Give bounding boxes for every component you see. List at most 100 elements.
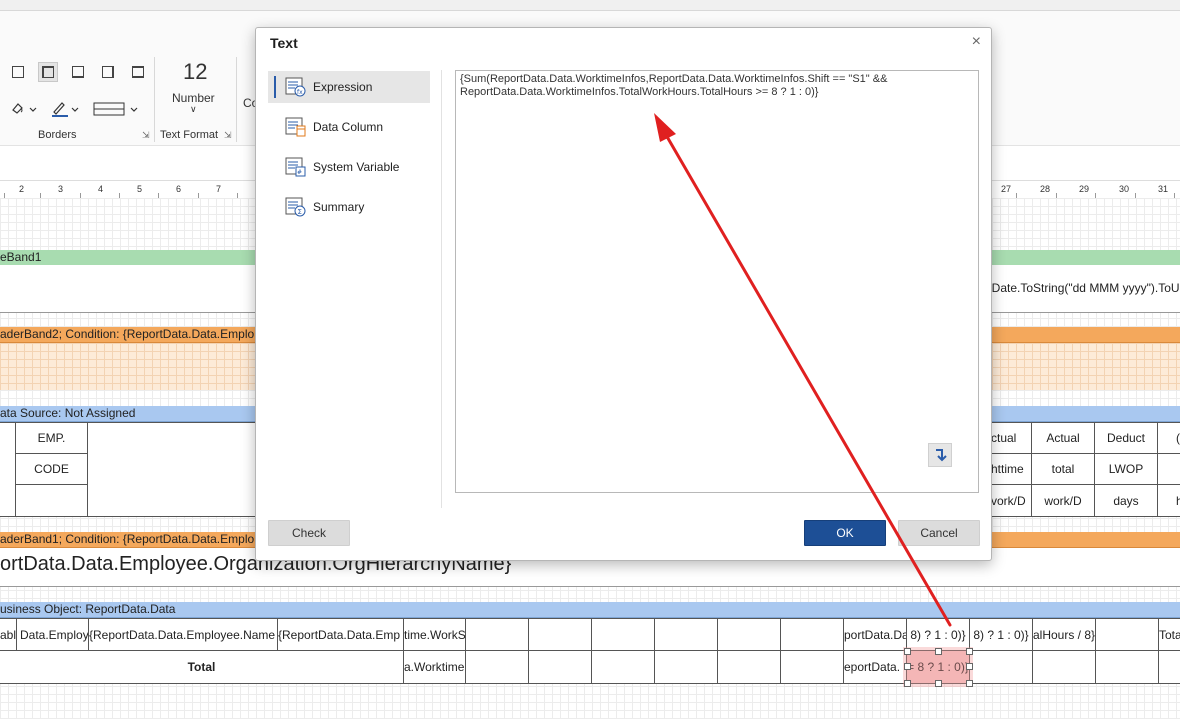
- header-cell[interactable]: ctual: [990, 422, 1032, 454]
- total-cell[interactable]: [969, 650, 1033, 684]
- text-format-group-label: Text Format: [160, 129, 219, 141]
- data-cell[interactable]: [717, 618, 781, 651]
- data-cell[interactable]: 8) ? 1 : 0)}: [969, 618, 1033, 651]
- header-cell[interactable]: h: [1157, 484, 1180, 517]
- data-cell[interactable]: [465, 618, 529, 651]
- nav-system-variable[interactable]: # System Variable: [268, 151, 430, 183]
- expression-icon: fx: [285, 77, 307, 97]
- nav-summary-label: Summary: [313, 200, 365, 214]
- data-cell[interactable]: [654, 618, 718, 651]
- data-column-icon: [285, 117, 307, 137]
- nav-expression[interactable]: fx Expression: [268, 71, 430, 103]
- total-cell[interactable]: [717, 650, 781, 684]
- ruler-tick: 7: [216, 184, 222, 194]
- total-cell[interactable]: a.Worktime.T: [403, 650, 466, 684]
- code-header-cell[interactable]: CODE: [15, 453, 88, 485]
- close-icon[interactable]: ×: [972, 33, 981, 51]
- svg-text:Σ: Σ: [298, 208, 302, 216]
- fill-color-button[interactable]: [10, 100, 38, 118]
- nav-system-variable-label: System Variable: [313, 160, 400, 174]
- pen-icon: [52, 102, 79, 117]
- table-cell[interactable]: [0, 422, 16, 517]
- resize-handle[interactable]: [904, 663, 911, 670]
- total-cell[interactable]: [780, 650, 844, 684]
- resize-handle[interactable]: [966, 648, 973, 655]
- data-cell[interactable]: [591, 618, 655, 651]
- data-cell[interactable]: [528, 618, 592, 651]
- ruler-tick: 3: [58, 184, 64, 194]
- business-object-band[interactable]: usiness Object: ReportData.Data: [0, 602, 1180, 618]
- header-cell[interactable]: Deduct: [1094, 422, 1158, 454]
- ruler-tick: 4: [98, 184, 104, 194]
- resize-handle[interactable]: [935, 648, 942, 655]
- ruler-tick: 2: [19, 184, 25, 194]
- dialog-divider: [441, 70, 442, 508]
- data-cell[interactable]: {ReportData.Data.Employee.Name: [88, 618, 278, 651]
- border-color-button[interactable]: [50, 100, 82, 118]
- resize-handle[interactable]: [966, 663, 973, 670]
- total-cell[interactable]: [591, 650, 655, 684]
- data-cell[interactable]: Tota: [1158, 618, 1180, 651]
- header-cell[interactable]: (: [1157, 422, 1180, 454]
- ok-button[interactable]: OK: [804, 520, 886, 546]
- border-style-button[interactable]: [92, 100, 142, 118]
- svg-text:fx: fx: [297, 89, 303, 96]
- data-cell[interactable]: alHours / 8}: [1032, 618, 1096, 651]
- header-cell[interactable]: total: [1031, 453, 1095, 485]
- total-cell[interactable]: [1158, 650, 1180, 684]
- header-cell[interactable]: vork/D: [990, 484, 1032, 517]
- number-format-label[interactable]: Number: [172, 91, 215, 105]
- resize-handle[interactable]: [904, 680, 911, 687]
- border-all-button[interactable]: [38, 62, 58, 82]
- ruler-tick: 5: [137, 184, 143, 194]
- summary-icon: Σ: [285, 197, 307, 217]
- border-none-button[interactable]: [8, 62, 28, 82]
- text-dialog: Text × fx Expression Data Column # Syste…: [255, 27, 992, 561]
- table-cell[interactable]: [15, 484, 88, 517]
- table-cell[interactable]: [87, 422, 257, 517]
- svg-text:#: #: [297, 169, 302, 176]
- border-outside-button[interactable]: [68, 62, 88, 82]
- borders-dialog-launcher-icon[interactable]: ⇲: [142, 130, 150, 141]
- data-cell[interactable]: time.WorkS: [403, 618, 466, 651]
- ruler-tick: 6: [176, 184, 182, 194]
- header-cell[interactable]: work/D: [1031, 484, 1095, 517]
- border-style-icon: [93, 102, 138, 116]
- text-format-dialog-launcher-icon[interactable]: ⇲: [224, 130, 232, 141]
- fill-color-icon: [12, 103, 37, 114]
- word-wrap-button[interactable]: [928, 443, 952, 467]
- border-left-button[interactable]: [98, 62, 118, 82]
- ribbon-separator: [154, 57, 155, 142]
- total-cell[interactable]: eportData.: [843, 650, 907, 684]
- total-label-cell[interactable]: Total: [0, 650, 404, 684]
- data-cell[interactable]: able: [0, 618, 17, 651]
- resize-handle[interactable]: [935, 680, 942, 687]
- chevron-down-icon[interactable]: ∨: [190, 104, 197, 115]
- total-cell[interactable]: [1032, 650, 1096, 684]
- data-cell[interactable]: [1095, 618, 1159, 651]
- header-cell[interactable]: Actual: [1031, 422, 1095, 454]
- resize-handle[interactable]: [904, 648, 911, 655]
- header-cell[interactable]: httime: [990, 453, 1032, 485]
- data-cell[interactable]: {ReportData.Data.Emp: [277, 618, 404, 651]
- total-cell[interactable]: [465, 650, 529, 684]
- total-cell[interactable]: [528, 650, 592, 684]
- check-button[interactable]: Check: [268, 520, 350, 546]
- date-expression-text[interactable]: nDate.ToString("dd MMM yyyy").ToU: [985, 281, 1180, 295]
- nav-summary[interactable]: Σ Summary: [268, 191, 430, 223]
- data-cell[interactable]: [780, 618, 844, 651]
- nav-data-column[interactable]: Data Column: [268, 111, 430, 143]
- header-cell[interactable]: [1157, 453, 1180, 485]
- border-right-button[interactable]: [128, 62, 148, 82]
- total-cell[interactable]: [1095, 650, 1159, 684]
- data-cell[interactable]: portData.Dat: [843, 618, 907, 651]
- cancel-button[interactable]: Cancel: [898, 520, 980, 546]
- ruler-tick: 30: [1119, 184, 1130, 194]
- header-cell[interactable]: days: [1094, 484, 1158, 517]
- expression-textarea[interactable]: {Sum(ReportData.Data.WorktimeInfos,Repor…: [455, 70, 979, 493]
- emp-header-cell[interactable]: EMP.: [15, 422, 88, 454]
- data-cell[interactable]: Data.Employ: [16, 618, 89, 651]
- header-cell[interactable]: LWOP: [1094, 453, 1158, 485]
- resize-handle[interactable]: [966, 680, 973, 687]
- total-cell[interactable]: [654, 650, 718, 684]
